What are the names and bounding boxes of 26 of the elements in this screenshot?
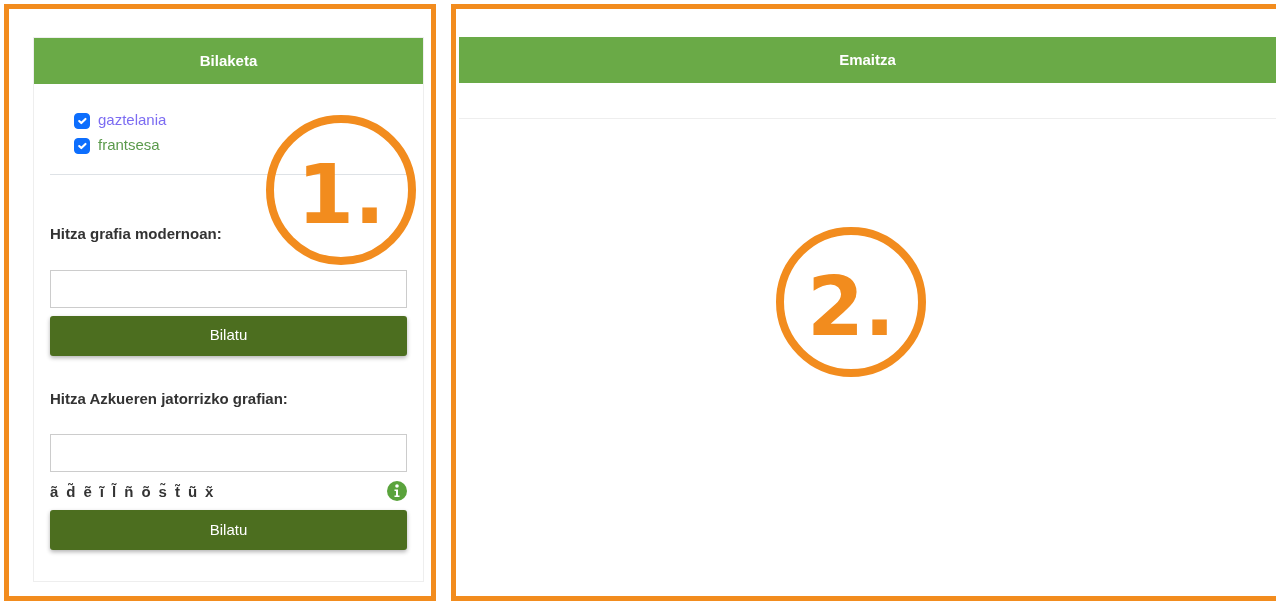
info-icon[interactable] xyxy=(387,481,407,501)
field-label: Hitza grafia modernoan: xyxy=(50,224,223,244)
input-field[interactable] xyxy=(50,269,407,308)
language-label[interactable]: gaztelania xyxy=(98,109,167,132)
panel-header: Bilaketa xyxy=(34,38,423,84)
field-label: Hitza Azkueren jatorrizko grafian: xyxy=(50,388,289,409)
character-key[interactable]: ẽ xyxy=(83,483,92,499)
character-key[interactable]: d̃ xyxy=(66,483,76,499)
character-key[interactable]: ĩ xyxy=(99,483,105,499)
character-key[interactable]: õ xyxy=(141,483,151,499)
input-field[interactable] xyxy=(50,434,407,472)
checkbox[interactable] xyxy=(74,137,90,154)
search-button[interactable]: Bilatu xyxy=(50,510,407,550)
character-key[interactable]: ã xyxy=(50,483,59,499)
character-key[interactable]: s̃ xyxy=(158,483,167,499)
character-key[interactable]: ũ xyxy=(187,483,198,499)
language-label[interactable]: frantsesa xyxy=(98,134,160,157)
numbered-circle-annotation: 2. xyxy=(776,227,926,377)
character-key[interactable]: t̃ xyxy=(174,483,180,499)
character-key[interactable]: ñ xyxy=(124,483,134,499)
numbered-circle-annotation: 1. xyxy=(266,115,416,265)
character-key[interactable]: x̃ xyxy=(205,483,214,499)
character-key[interactable]: l̃ xyxy=(112,483,117,499)
checkbox[interactable] xyxy=(74,112,90,129)
search-button[interactable]: Bilatu xyxy=(50,315,407,356)
panel-header: Emaitza xyxy=(459,37,1276,83)
